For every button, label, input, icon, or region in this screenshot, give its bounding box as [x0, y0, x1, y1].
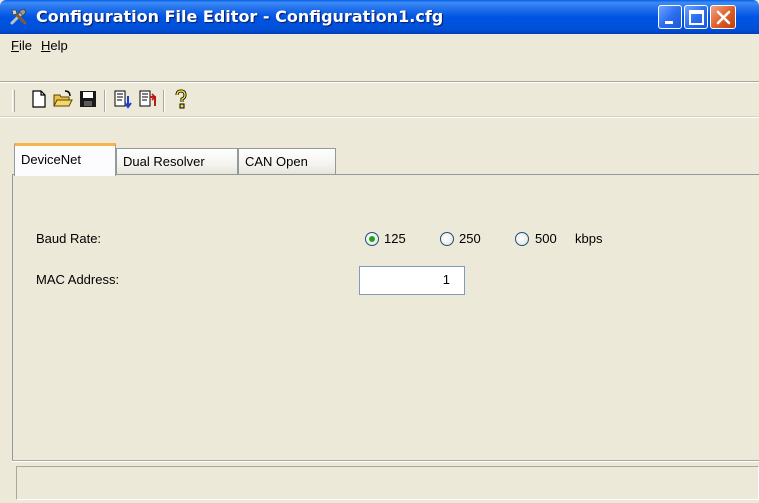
- status-bar: [16, 466, 759, 500]
- menu-separator: [0, 81, 759, 83]
- maximize-button[interactable]: [684, 5, 708, 29]
- close-button[interactable]: [710, 5, 736, 29]
- export-icon: [139, 90, 157, 107]
- menu-help[interactable]: Help: [41, 38, 68, 53]
- baud-125-radio[interactable]: [365, 232, 379, 246]
- save-button[interactable]: [77, 88, 99, 110]
- toolbar-bottom-line: [0, 116, 759, 118]
- menu-help-mnemonic: H: [41, 38, 51, 53]
- help-button[interactable]: [170, 88, 192, 110]
- tab-panel-devicenet: [12, 174, 759, 460]
- tab-dual-resolver[interactable]: Dual Resolver: [116, 148, 238, 175]
- menu-file[interactable]: File: [11, 38, 32, 53]
- toolbar-grip[interactable]: [12, 90, 15, 112]
- baud-500-label[interactable]: 500: [535, 231, 557, 246]
- export-button[interactable]: [136, 88, 158, 110]
- tab-can-open[interactable]: CAN Open: [238, 148, 336, 175]
- baud-250-radio[interactable]: [440, 232, 454, 246]
- maximize-icon: [689, 10, 704, 25]
- radio-selected-dot: [369, 236, 375, 242]
- minimize-button[interactable]: [658, 5, 682, 29]
- tools-icon: [10, 8, 27, 25]
- help-icon: [175, 89, 187, 109]
- menu-file-label: ile: [18, 38, 32, 53]
- tab-devicenet[interactable]: DeviceNet: [14, 143, 116, 176]
- toolbar: [0, 84, 759, 114]
- minimize-icon: [665, 21, 673, 24]
- new-file-icon: [32, 90, 46, 108]
- open-file-button[interactable]: [52, 88, 74, 110]
- window-title: Configuration File Editor - Configuratio…: [36, 7, 444, 26]
- baud-125-label[interactable]: 125: [384, 231, 406, 246]
- import-button[interactable]: [111, 88, 133, 110]
- save-disk-icon: [80, 91, 96, 107]
- toolbar-separator: [163, 90, 165, 112]
- import-icon: [114, 90, 132, 109]
- status-separator: [12, 460, 759, 462]
- mac-address-label: MAC Address:: [36, 272, 120, 287]
- menu-bar: File Help: [0, 34, 759, 58]
- new-file-button[interactable]: [28, 88, 50, 110]
- application-window: Configuration File Editor - Configuratio…: [0, 0, 759, 503]
- close-icon: [716, 10, 731, 25]
- menu-help-label: elp: [50, 38, 68, 53]
- toolbar-separator: [104, 90, 106, 112]
- baud-unit-label: kbps: [575, 231, 603, 246]
- open-folder-icon: [53, 90, 73, 107]
- baud-250-label[interactable]: 250: [459, 231, 481, 246]
- baud-500-radio[interactable]: [515, 232, 529, 246]
- title-bar[interactable]: Configuration File Editor - Configuratio…: [0, 0, 759, 34]
- mac-address-input[interactable]: 1: [359, 266, 465, 295]
- baud-rate-label: Baud Rate:: [36, 231, 102, 246]
- menu-file-mnemonic: F: [11, 38, 19, 53]
